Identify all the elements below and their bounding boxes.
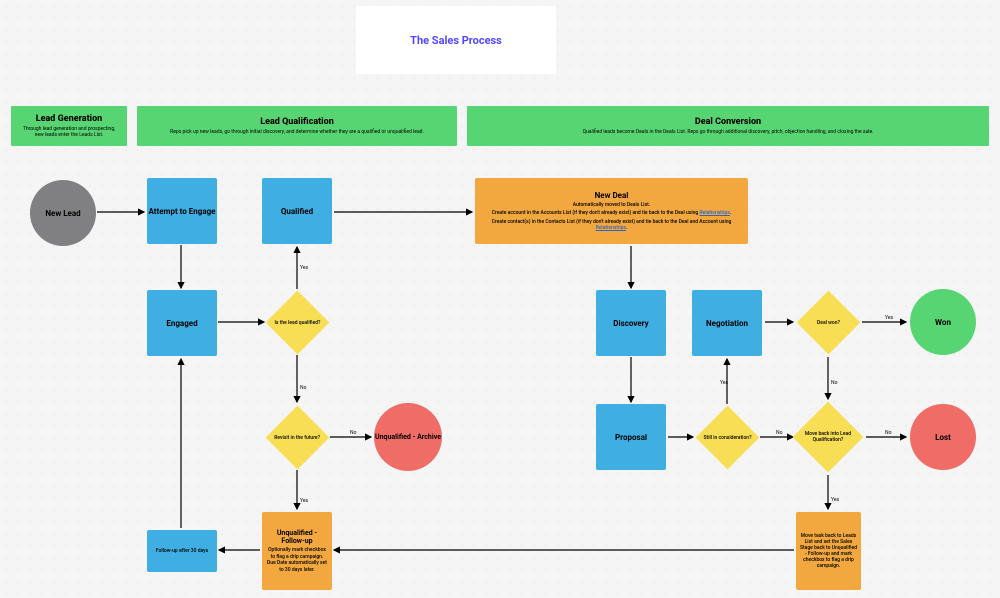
node-followup-30days[interactable]: Follow-up after 30 days bbox=[147, 530, 217, 572]
lane-desc: Through lead generation and prospecting,… bbox=[19, 126, 119, 139]
node-label: Engaged bbox=[166, 319, 197, 328]
edge-label-no: No bbox=[885, 430, 891, 436]
node-label: Still in consideration? bbox=[699, 435, 757, 441]
node-label: Is the lead qualified? bbox=[268, 320, 328, 326]
edge-label-yes: Yes bbox=[300, 265, 308, 271]
node-deal-won[interactable]: Deal won? bbox=[797, 291, 861, 355]
diagram-title: The Sales Process bbox=[356, 6, 556, 74]
node-engaged[interactable]: Engaged bbox=[147, 290, 217, 356]
lane-lead-qualification: Lead Qualification Reps pick up new lead… bbox=[137, 106, 457, 146]
node-label: Unqualified - Archive bbox=[375, 433, 441, 441]
edge-label-yes: Yes bbox=[831, 497, 839, 503]
node-revisit-future[interactable]: Revisit in the future? bbox=[266, 406, 330, 470]
lane-title: Deal Conversion bbox=[475, 117, 981, 127]
node-label: Proposal bbox=[615, 433, 647, 442]
link-relationships[interactable]: Relationships bbox=[700, 210, 730, 216]
node-unqualified-archive[interactable]: Unqualified - Archive bbox=[374, 403, 442, 471]
node-attempt-engage[interactable]: Attempt to Engage bbox=[147, 178, 217, 244]
node-move-back[interactable]: Move back into Lead Qualification? bbox=[793, 402, 864, 473]
node-label: Won bbox=[935, 318, 951, 327]
lane-lead-generation: Lead Generation Through lead generation … bbox=[11, 106, 127, 146]
node-new-lead[interactable]: New Lead bbox=[30, 180, 96, 246]
node-desc: Optionally mark checkbox to flag a drip … bbox=[266, 547, 328, 573]
lane-desc: Qualified leads become Deals in the Deal… bbox=[475, 129, 981, 136]
node-label: New Deal bbox=[595, 191, 629, 200]
lane-desc: Reps pick up new leads, go through initi… bbox=[145, 129, 449, 136]
node-is-qualified[interactable]: Is the lead qualified? bbox=[266, 291, 330, 355]
node-label: Follow-up after 30 days bbox=[156, 548, 208, 554]
node-still-consideration[interactable]: Still in consideration? bbox=[696, 406, 760, 470]
lane-deal-conversion: Deal Conversion Qualified leads become D… bbox=[467, 106, 989, 146]
node-label: Unqualified - Follow-up bbox=[266, 529, 328, 545]
node-move-task[interactable]: Move task back to Leads List and set the… bbox=[796, 512, 861, 590]
node-discovery[interactable]: Discovery bbox=[596, 290, 666, 356]
edge-label-yes: Yes bbox=[885, 315, 893, 321]
link-relationships[interactable]: Relationships bbox=[596, 225, 626, 231]
edge-label-no: No bbox=[350, 430, 356, 436]
edge-label-no: No bbox=[776, 430, 782, 436]
node-label: Move task back to Leads List and set the… bbox=[799, 533, 858, 569]
node-label: Deal won? bbox=[804, 320, 854, 326]
node-negotiation[interactable]: Negotiation bbox=[692, 290, 762, 356]
node-won[interactable]: Won bbox=[910, 289, 976, 355]
node-label: Discovery bbox=[613, 319, 648, 328]
node-label: Attempt to Engage bbox=[148, 207, 215, 216]
edge-label-yes: Yes bbox=[720, 380, 728, 386]
node-proposal[interactable]: Proposal bbox=[596, 404, 666, 470]
node-unqualified-followup[interactable]: Unqualified - Follow-up Optionally mark … bbox=[262, 512, 332, 590]
node-label: Revisit in the future? bbox=[270, 435, 325, 441]
node-label: Negotiation bbox=[706, 319, 748, 328]
node-lost[interactable]: Lost bbox=[910, 404, 976, 470]
lane-title: Lead Generation bbox=[19, 114, 119, 124]
node-new-deal[interactable]: New Deal Automatically moved to Deals Li… bbox=[475, 178, 748, 244]
node-label: Lost bbox=[935, 433, 951, 442]
edge-label-no: No bbox=[831, 380, 837, 386]
edge-label-no: No bbox=[300, 385, 306, 391]
node-label: New Lead bbox=[45, 209, 80, 218]
edge-label-yes: Yes bbox=[300, 498, 308, 504]
node-desc-1: Automatically moved to Deals List. bbox=[573, 202, 650, 209]
lane-title: Lead Qualification bbox=[145, 117, 449, 127]
node-label: Move back into Lead Qualification? bbox=[797, 431, 859, 443]
node-desc-2: Create account in the Accounts List (if … bbox=[492, 210, 732, 217]
node-desc-3: Create contact(s) in the Contacts List (… bbox=[483, 219, 740, 232]
node-qualified[interactable]: Qualified bbox=[262, 178, 332, 244]
node-label: Qualified bbox=[281, 207, 313, 216]
